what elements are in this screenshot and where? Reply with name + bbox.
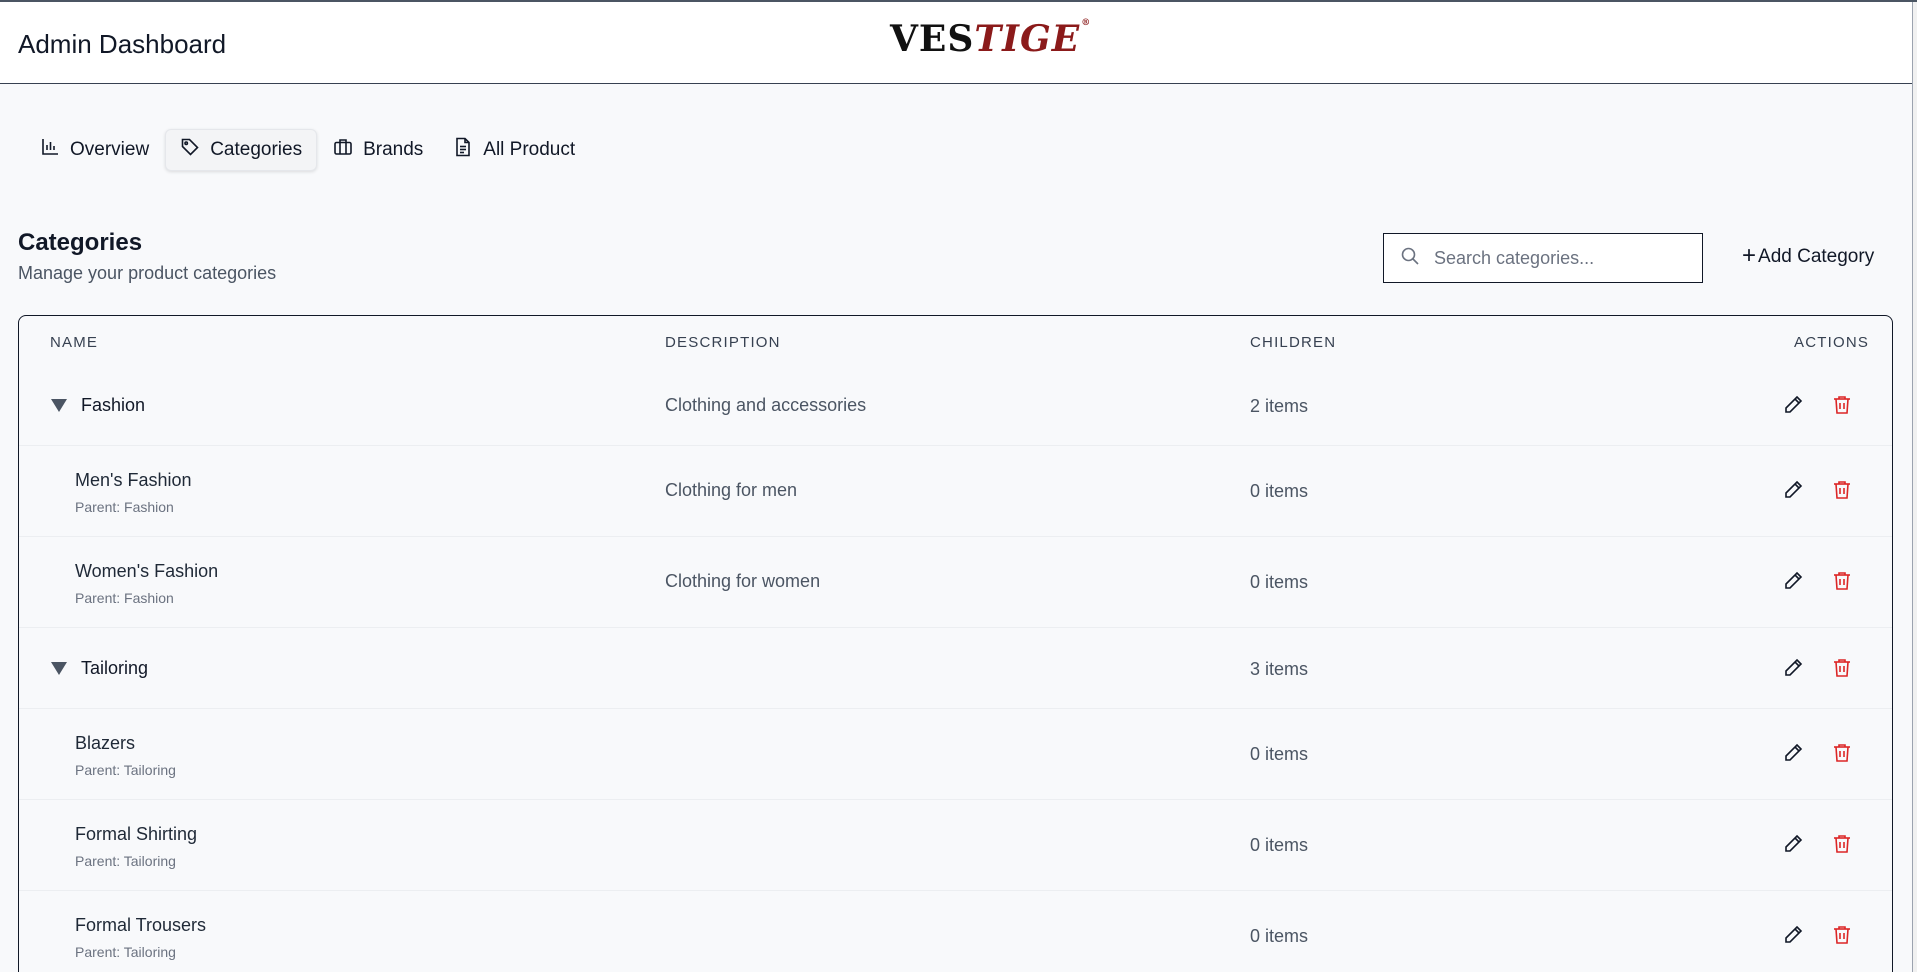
edit-button[interactable] xyxy=(1782,833,1804,855)
trash-icon xyxy=(1834,396,1850,414)
registered-mark: ® xyxy=(1081,18,1092,28)
brand-logo[interactable]: VES TIGE ® xyxy=(890,18,1091,60)
pencil-icon xyxy=(1785,395,1803,413)
category-description: Clothing and accessories xyxy=(665,395,867,415)
table-row-child: Formal Trousers Parent: Tailoring 0 item… xyxy=(19,891,1892,972)
category-description: Clothing for men xyxy=(665,480,798,500)
tab-overview[interactable]: Overview xyxy=(26,129,163,171)
delete-button[interactable] xyxy=(1831,833,1853,855)
add-category-label: Add Category xyxy=(1758,246,1875,267)
pencil-icon xyxy=(1785,834,1803,852)
edit-button[interactable] xyxy=(1782,479,1804,501)
trash-icon xyxy=(1834,744,1850,762)
edit-button[interactable] xyxy=(1782,742,1804,764)
tab-all-product[interactable]: All Product xyxy=(439,129,589,171)
category-name: Fashion xyxy=(81,395,146,415)
top-header: Admin Dashboard VES TIGE ® xyxy=(0,2,1912,84)
search-box[interactable] xyxy=(1383,233,1703,283)
pencil-icon xyxy=(1785,571,1803,589)
table-row-child: Formal Shirting Parent: Tailoring 0 item… xyxy=(19,800,1892,891)
category-name-cell: Tailoring xyxy=(51,658,148,679)
category-children-count: 2 items xyxy=(1250,396,1309,416)
briefcase-icon xyxy=(333,137,353,163)
column-header-children: Children xyxy=(1250,334,1337,351)
tab-categories[interactable]: Categories xyxy=(165,129,318,171)
trash-icon xyxy=(1834,572,1850,590)
app-window: Admin Dashboard VES TIGE ® Overview Catego… xyxy=(0,0,1917,972)
tag-icon xyxy=(180,137,200,163)
category-children-count: 0 items xyxy=(1250,481,1309,501)
bar-chart-icon xyxy=(40,137,60,163)
tab-brands-label: Brands xyxy=(363,139,424,160)
edit-button[interactable] xyxy=(1782,570,1804,592)
pencil-icon xyxy=(1785,925,1803,943)
document-icon xyxy=(453,137,473,163)
delete-button[interactable] xyxy=(1831,479,1853,501)
delete-button[interactable] xyxy=(1831,924,1853,946)
category-name: Men's Fashion xyxy=(75,470,192,490)
pencil-icon xyxy=(1785,658,1803,676)
parent-label: Parent: Tailoring xyxy=(75,762,176,778)
category-name: Formal Trousers xyxy=(75,915,207,935)
page: Admin Dashboard VES TIGE ® Overview Catego… xyxy=(0,2,1912,972)
tab-brands[interactable]: Brands xyxy=(319,129,437,171)
categories-table: Name Description Children Actions Fashio… xyxy=(18,315,1893,972)
tab-all-product-label: All Product xyxy=(483,139,576,160)
column-header-description: Description xyxy=(665,334,781,351)
table-row-child: Women's Fashion Parent: Fashion Clothing… xyxy=(19,537,1892,628)
column-header-name: Name xyxy=(50,334,99,351)
category-name-cell: Fashion xyxy=(51,395,145,416)
delete-button[interactable] xyxy=(1831,657,1853,679)
pencil-icon xyxy=(1785,743,1803,761)
trash-icon xyxy=(1834,481,1850,499)
edit-button[interactable] xyxy=(1782,924,1804,946)
section-subtitle: Manage your product categories xyxy=(18,263,277,283)
category-name: Formal Shirting xyxy=(75,824,198,844)
trash-icon xyxy=(1834,926,1850,944)
collapse-caret-icon[interactable] xyxy=(51,662,67,675)
table-row-child: Men's Fashion Parent: Fashion Clothing f… xyxy=(19,446,1892,537)
category-name: Blazers xyxy=(75,733,136,753)
page-scrollbar[interactable] xyxy=(1912,2,1917,972)
parent-label: Parent: Tailoring xyxy=(75,853,176,869)
parent-label: Parent: Fashion xyxy=(75,590,174,606)
pencil-icon xyxy=(1785,480,1803,498)
table-row-parent: Fashion Clothing and accessories 2 items xyxy=(19,366,1892,446)
table-row-child: Blazers Parent: Tailoring 0 items xyxy=(19,709,1892,800)
column-header-actions: Actions xyxy=(1794,334,1870,351)
delete-button[interactable] xyxy=(1831,394,1853,416)
dashboard-tabs: Overview Categories Brands All Product xyxy=(26,129,589,171)
category-children-count: 3 items xyxy=(1250,659,1309,679)
parent-label: Parent: Fashion xyxy=(75,499,174,515)
parent-label: Parent: Tailoring xyxy=(75,944,176,960)
plus-icon: + xyxy=(1742,241,1757,269)
category-name: Women's Fashion xyxy=(75,561,219,581)
delete-button[interactable] xyxy=(1831,570,1853,592)
trash-icon xyxy=(1834,659,1850,677)
category-name: Tailoring xyxy=(81,658,149,678)
section-title: Categories xyxy=(18,229,143,256)
category-description: Clothing for women xyxy=(665,571,821,591)
trash-icon xyxy=(1834,835,1850,853)
tab-categories-label: Categories xyxy=(210,139,303,160)
category-children-count: 0 items xyxy=(1250,835,1309,855)
search-icon xyxy=(1400,246,1420,271)
search-input[interactable] xyxy=(1434,247,1674,269)
category-children-count: 0 items xyxy=(1250,572,1309,592)
category-children-count: 0 items xyxy=(1250,926,1309,946)
collapse-caret-icon[interactable] xyxy=(51,399,67,412)
logo-text-red: TIGE xyxy=(974,18,1081,60)
edit-button[interactable] xyxy=(1782,394,1804,416)
table-row-parent: Tailoring 3 items xyxy=(19,628,1892,709)
delete-button[interactable] xyxy=(1831,742,1853,764)
category-children-count: 0 items xyxy=(1250,744,1309,764)
logo-text-dark: VES xyxy=(890,18,975,60)
add-category-button[interactable]: + Add Category xyxy=(1742,243,1874,271)
tab-overview-label: Overview xyxy=(70,139,150,160)
page-header-title: Admin Dashboard xyxy=(18,29,227,59)
edit-button[interactable] xyxy=(1782,657,1804,679)
